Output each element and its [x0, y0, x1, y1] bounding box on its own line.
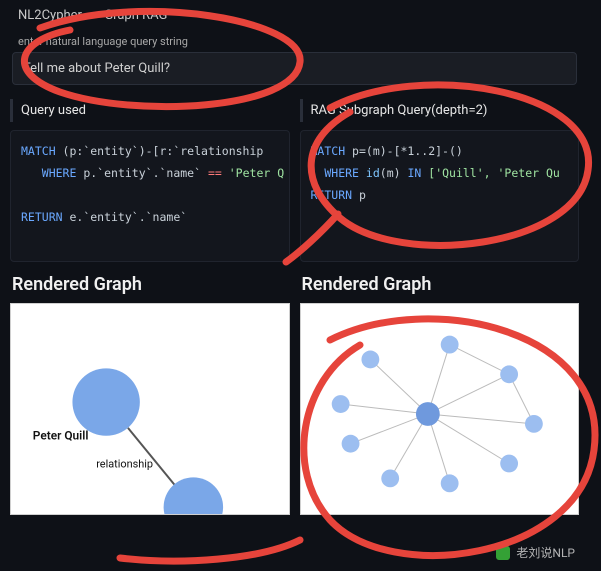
code-keyword: RETURN [21, 210, 63, 224]
graph-node[interactable] [361, 351, 379, 369]
code-function: id [366, 166, 380, 180]
graph-node[interactable] [72, 368, 139, 435]
cypher-code-right: MATCH p=(m)-[*1..2]-() WHERE id(m) IN ['… [300, 130, 580, 262]
graph-node[interactable] [341, 435, 359, 453]
code-keyword: MATCH [311, 144, 346, 158]
left-column: Query used MATCH (p:`entity`)-[r:`relati… [10, 95, 290, 515]
graph-node[interactable] [524, 415, 542, 433]
graph-edge-label: relationship [96, 457, 153, 470]
code-indent [311, 166, 325, 180]
code-text: p [352, 188, 366, 202]
graph-node[interactable] [440, 474, 458, 492]
code-operator: == [208, 166, 222, 180]
code-keyword: IN [407, 166, 421, 180]
right-column: RAG Subgraph Query(depth=2) MATCH p=(m)-… [300, 95, 580, 515]
graph-node[interactable] [500, 455, 518, 473]
watermark: 老刘说NLP [496, 544, 575, 561]
breadcrumb-left: NL2Cypher [18, 8, 82, 23]
graph-canvas-right[interactable] [300, 303, 580, 515]
graph-node[interactable] [331, 395, 349, 413]
code-string: 'Peter Q [222, 166, 284, 180]
query-input[interactable]: Tell me about Peter Quill? [12, 52, 577, 85]
code-text: e.`entity`.`name` [63, 210, 188, 224]
graph-node[interactable] [440, 336, 458, 354]
graph-node[interactable] [381, 469, 399, 487]
graph-node-label: Peter Quill [33, 429, 89, 443]
query-input-value: Tell me about Peter Quill? [23, 61, 170, 76]
rag-subgraph-title: RAG Subgraph Query(depth=2) [300, 99, 580, 122]
rendered-graph-title-right: Rendered Graph [302, 274, 580, 295]
breadcrumb: NL2Cypher › Graph RAG [0, 0, 589, 27]
code-keyword: WHERE [42, 166, 77, 180]
code-text: (p:`entity`)-[r:`relationship [56, 144, 264, 158]
chevron-right-icon: › [91, 8, 95, 23]
query-input-label: enter natural language query string [18, 35, 589, 48]
graph-svg-left: Peter Quill relationship [11, 304, 289, 514]
graph-node-center[interactable] [415, 402, 439, 426]
code-text: p=(m)-[*1..2]-() [345, 144, 463, 158]
code-text [359, 166, 366, 180]
rendered-graph-title-left: Rendered Graph [12, 274, 290, 295]
code-keyword: WHERE [324, 166, 359, 180]
watermark-text: 老刘说NLP [516, 544, 575, 561]
breadcrumb-right: Graph RAG [104, 8, 167, 23]
code-keyword: RETURN [311, 188, 353, 202]
code-indent [21, 166, 42, 180]
graph-canvas-left[interactable]: Peter Quill relationship [10, 303, 290, 515]
annotation-stroke [120, 540, 300, 561]
graph-node[interactable] [500, 365, 518, 383]
code-text: p.`entity`.`name` [76, 166, 208, 180]
graph-svg-right [301, 304, 579, 514]
query-used-title: Query used [10, 99, 290, 122]
code-string: ['Quill', 'Peter Qu [421, 166, 559, 180]
cypher-code-left: MATCH (p:`entity`)-[r:`relationship WHER… [10, 130, 290, 262]
two-column-layout: Query used MATCH (p:`entity`)-[r:`relati… [0, 95, 589, 515]
code-keyword: MATCH [21, 144, 56, 158]
code-text: (m) [380, 166, 408, 180]
graph-nodes [331, 336, 542, 493]
app-root: NL2Cypher › Graph RAG enter natural lang… [0, 0, 601, 571]
wechat-icon [496, 546, 510, 560]
